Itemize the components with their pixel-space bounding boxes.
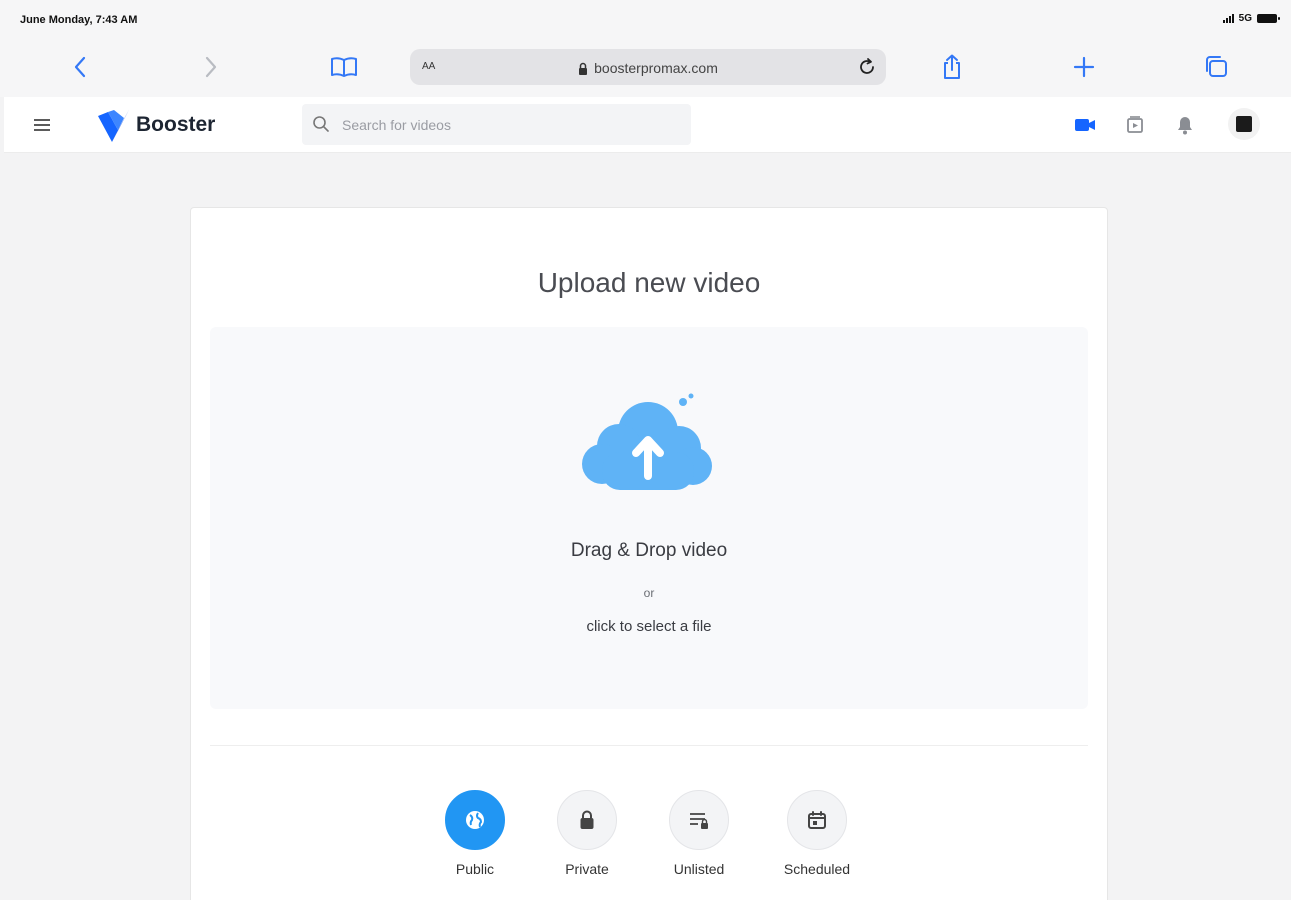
visibility-private-option[interactable]: Private	[537, 790, 637, 877]
globe-icon	[466, 811, 484, 829]
book-icon	[331, 57, 357, 77]
url-display: boosterpromax.com	[410, 60, 886, 76]
cloud-upload-icon	[582, 393, 712, 490]
visibility-label: Scheduled	[783, 861, 851, 877]
or-separator: or	[643, 586, 655, 600]
select-file-link[interactable]: click to select a file	[210, 618, 1088, 635]
tabs-overview-button[interactable]	[1201, 52, 1231, 82]
playlists-button[interactable]	[1122, 112, 1148, 138]
unlisted-button[interactable]	[669, 790, 729, 850]
status-time: June Monday, 7:43 AM	[20, 14, 138, 26]
visibility-unlisted-option[interactable]: Unlisted	[649, 790, 749, 877]
reload-button[interactable]	[854, 54, 880, 80]
chevron-left-icon	[74, 56, 86, 78]
scheduled-button[interactable]	[787, 790, 847, 850]
visibility-label: Public	[455, 861, 495, 877]
browser-toolbar: AA boosterpromax.com	[0, 40, 1291, 97]
reload-icon	[860, 58, 874, 74]
calendar-icon	[808, 811, 826, 829]
signal-icon	[1222, 14, 1234, 23]
url-text: boosterpromax.com	[594, 60, 718, 76]
logo[interactable]: Booster	[96, 106, 215, 144]
private-button[interactable]	[557, 790, 617, 850]
network-label: 5G	[1238, 13, 1252, 24]
forward-button[interactable]	[196, 52, 226, 82]
visibility-public-option[interactable]: Public	[425, 790, 525, 877]
page-title: Upload new video	[537, 267, 761, 298]
battery-icon	[1257, 14, 1280, 23]
lock-icon	[579, 62, 588, 75]
search-box[interactable]	[302, 104, 691, 145]
notifications-button[interactable]	[1172, 112, 1198, 138]
share-button[interactable]	[937, 52, 967, 82]
search-icon	[313, 116, 329, 132]
avatar[interactable]	[1228, 108, 1260, 140]
visibility-label: Private	[565, 861, 609, 877]
avatar-image	[1236, 116, 1252, 132]
share-icon	[944, 54, 960, 79]
address-bar[interactable]: AA boosterpromax.com	[410, 49, 886, 85]
playlist-icon	[1127, 116, 1143, 133]
upload-dropzone[interactable]: Drag & Drop video or click to select a f…	[210, 327, 1088, 709]
status-indicators: 5G	[1222, 13, 1280, 24]
search-input[interactable]	[342, 104, 682, 145]
visibility-label: Unlisted	[673, 861, 725, 877]
menu-button[interactable]	[32, 115, 52, 135]
lock-icon	[580, 810, 594, 829]
drop-instruction: Drag & Drop video	[570, 540, 728, 561]
unlisted-icon	[690, 813, 708, 829]
new-tab-button[interactable]	[1069, 52, 1099, 82]
public-button[interactable]	[445, 790, 505, 850]
app-header: Booster	[4, 97, 1291, 153]
visibility-scheduled-option[interactable]: Scheduled	[767, 790, 867, 877]
upload-card: Upload new video Drag & Drop video or cl…	[190, 207, 1108, 900]
status-bar: June Monday, 7:43 AM 5G	[0, 0, 1291, 40]
upload-video-button[interactable]	[1072, 112, 1098, 138]
chevron-right-icon	[205, 56, 217, 78]
bookmarks-button[interactable]	[329, 52, 359, 82]
divider	[210, 745, 1088, 746]
bell-icon	[1178, 117, 1192, 135]
app-name: Booster	[136, 113, 216, 136]
video-camera-icon	[1075, 119, 1095, 131]
plus-icon	[1073, 56, 1095, 78]
logo-icon	[98, 108, 130, 142]
tabs-icon	[1206, 56, 1227, 77]
back-button[interactable]	[65, 52, 95, 82]
menu-icon	[34, 119, 50, 131]
